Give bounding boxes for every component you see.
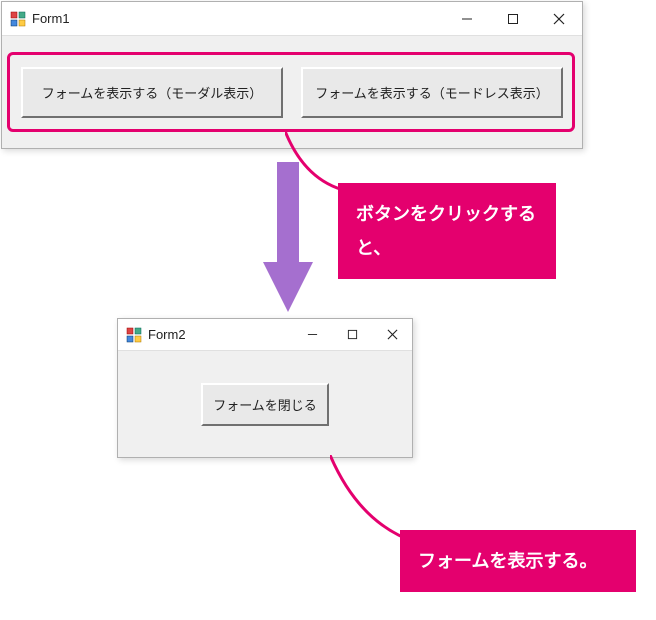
maximize-button[interactable] bbox=[332, 319, 372, 350]
maximize-button[interactable] bbox=[490, 2, 536, 35]
form2-titlebar[interactable]: Form2 bbox=[118, 319, 412, 351]
close-icon bbox=[387, 329, 398, 340]
window-controls bbox=[444, 2, 582, 35]
callout-show: フォームを表示する。 bbox=[400, 530, 636, 592]
window-controls bbox=[292, 319, 412, 350]
form1-window: Form1 フォームを表示する（モーダル表示） フォームを表示する（モードレス表… bbox=[1, 1, 583, 149]
form-app-icon bbox=[10, 11, 26, 27]
form1-titlebar[interactable]: Form1 bbox=[2, 2, 582, 36]
form1-client: フォームを表示する（モーダル表示） フォームを表示する（モードレス表示） bbox=[2, 36, 582, 148]
close-form-button[interactable]: フォームを閉じる bbox=[201, 383, 329, 426]
form2-window: Form2 フォームを閉じる bbox=[117, 318, 413, 458]
form2-title: Form2 bbox=[148, 327, 292, 342]
show-modal-button[interactable]: フォームを表示する（モーダル表示） bbox=[21, 67, 283, 118]
show-modeless-button[interactable]: フォームを表示する（モードレス表示） bbox=[301, 67, 563, 118]
form1-title: Form1 bbox=[32, 11, 444, 26]
form-app-icon bbox=[126, 327, 142, 343]
close-button[interactable] bbox=[536, 2, 582, 35]
minimize-icon bbox=[461, 13, 473, 25]
maximize-icon bbox=[347, 329, 358, 340]
callout-click: ボタンをクリックすると、 bbox=[338, 183, 556, 279]
minimize-icon bbox=[307, 329, 318, 340]
callout-show-text: フォームを表示する。 bbox=[418, 551, 597, 571]
form2-client: フォームを閉じる bbox=[118, 351, 412, 457]
maximize-icon bbox=[507, 13, 519, 25]
minimize-button[interactable] bbox=[444, 2, 490, 35]
close-icon bbox=[553, 13, 565, 25]
minimize-button[interactable] bbox=[292, 319, 332, 350]
close-button[interactable] bbox=[372, 319, 412, 350]
callout-click-text: ボタンをクリックすると、 bbox=[356, 204, 536, 258]
flow-arrow bbox=[263, 162, 313, 312]
